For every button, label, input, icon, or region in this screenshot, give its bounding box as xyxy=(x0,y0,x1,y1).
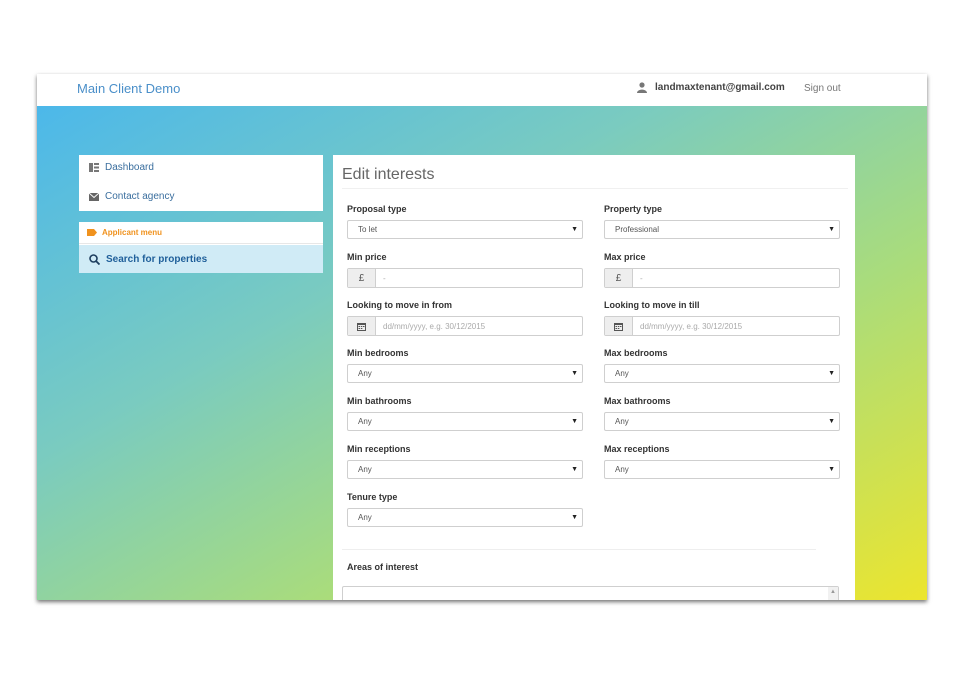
tenure-type-label: Tenure type xyxy=(347,492,398,502)
max-bathrooms-value: Any xyxy=(615,417,629,426)
sidebar-item-label: Contact agency xyxy=(105,191,175,202)
areas-of-interest-textarea[interactable]: ▲ xyxy=(342,586,839,600)
tenure-type-value: Any xyxy=(358,513,372,522)
max-price-field: £ xyxy=(604,268,840,288)
pound-icon: £ xyxy=(348,269,376,287)
textarea-scrollbar[interactable]: ▲ xyxy=(828,587,838,600)
user-menu[interactable]: landmaxtenant@gmail.com xyxy=(637,82,785,93)
dropdown-arrow-icon: ▼ xyxy=(571,514,578,521)
min-receptions-value: Any xyxy=(358,465,372,474)
sidebar-item-dashboard[interactable]: Dashboard xyxy=(89,162,154,173)
sidebar-item-label: Search for properties xyxy=(106,253,208,265)
move-till-input[interactable] xyxy=(633,317,837,335)
sidebar-item-label: Dashboard xyxy=(105,162,154,173)
move-till-field xyxy=(604,316,840,336)
areas-of-interest-label: Areas of interest xyxy=(347,562,419,572)
property-type-select[interactable]: Professional ▼ xyxy=(604,220,840,239)
scroll-up-icon[interactable]: ▲ xyxy=(830,589,836,595)
sidebar-item-contact-agency[interactable]: Contact agency xyxy=(89,191,175,202)
move-from-input[interactable] xyxy=(376,317,580,335)
min-receptions-select[interactable]: Any ▼ xyxy=(347,460,583,479)
dropdown-arrow-icon: ▼ xyxy=(571,370,578,377)
max-receptions-select[interactable]: Any ▼ xyxy=(604,460,840,479)
proposal-type-select[interactable]: To let ▼ xyxy=(347,220,583,239)
max-receptions-label: Max receptions xyxy=(604,444,670,454)
min-bathrooms-value: Any xyxy=(358,417,372,426)
user-icon xyxy=(637,82,647,93)
dashboard-icon xyxy=(89,163,99,172)
page-background: Dashboard Contact agency Applicant menu xyxy=(37,106,927,600)
proposal-type-value: To let xyxy=(358,225,378,234)
applicant-menu-label: Applicant menu xyxy=(102,228,163,237)
envelope-icon xyxy=(89,192,99,201)
min-price-field: £ xyxy=(347,268,583,288)
max-price-label: Max price xyxy=(604,252,646,262)
title-divider xyxy=(342,188,848,189)
dropdown-arrow-icon: ▼ xyxy=(571,466,578,473)
max-bathrooms-select[interactable]: Any ▼ xyxy=(604,412,840,431)
browser-window: Main Client Demo landmaxtenant@gmail.com… xyxy=(37,74,927,600)
min-bedrooms-select[interactable]: Any ▼ xyxy=(347,364,583,383)
sidebar-nav: Dashboard Contact agency xyxy=(79,155,323,211)
app-title[interactable]: Main Client Demo xyxy=(77,81,180,96)
calendar-icon[interactable] xyxy=(605,317,633,335)
proposal-type-label: Proposal type xyxy=(347,204,407,214)
property-type-value: Professional xyxy=(615,225,660,234)
dropdown-arrow-icon: ▼ xyxy=(828,466,835,473)
min-bedrooms-label: Min bedrooms xyxy=(347,348,409,358)
min-bathrooms-select[interactable]: Any ▼ xyxy=(347,412,583,431)
min-receptions-label: Min receptions xyxy=(347,444,411,454)
tenure-type-select[interactable]: Any ▼ xyxy=(347,508,583,527)
dropdown-arrow-icon: ▼ xyxy=(828,370,835,377)
pound-icon: £ xyxy=(605,269,633,287)
max-price-input[interactable] xyxy=(633,269,837,287)
dropdown-arrow-icon: ▼ xyxy=(828,226,835,233)
dropdown-arrow-icon: ▼ xyxy=(828,418,835,425)
min-bedrooms-value: Any xyxy=(358,369,372,378)
user-email: landmaxtenant@gmail.com xyxy=(655,82,785,93)
tag-icon xyxy=(87,229,97,236)
min-bathrooms-label: Min bathrooms xyxy=(347,396,412,406)
applicant-menu-header: Applicant menu xyxy=(79,222,323,244)
max-bathrooms-label: Max bathrooms xyxy=(604,396,671,406)
calendar-icon[interactable] xyxy=(348,317,376,335)
max-bedrooms-value: Any xyxy=(615,369,629,378)
min-price-input[interactable] xyxy=(376,269,580,287)
max-bedrooms-label: Max bedrooms xyxy=(604,348,668,358)
page-title: Edit interests xyxy=(342,166,435,183)
max-receptions-value: Any xyxy=(615,465,629,474)
sign-out-link[interactable]: Sign out xyxy=(804,83,841,94)
move-from-label: Looking to move in from xyxy=(347,300,452,310)
edit-interests-panel: Edit interests Proposal type To let ▼ Pr… xyxy=(333,155,855,600)
dropdown-arrow-icon: ▼ xyxy=(571,418,578,425)
top-navbar: Main Client Demo landmaxtenant@gmail.com… xyxy=(37,74,927,107)
max-bedrooms-select[interactable]: Any ▼ xyxy=(604,364,840,383)
applicant-menu-panel: Applicant menu Search for properties xyxy=(79,222,323,273)
move-till-label: Looking to move in till xyxy=(604,300,700,310)
property-type-label: Property type xyxy=(604,204,663,214)
min-price-label: Min price xyxy=(347,252,387,262)
section-divider xyxy=(342,549,816,550)
search-icon xyxy=(89,253,100,265)
sidebar-item-search-properties[interactable]: Search for properties xyxy=(79,245,323,273)
dropdown-arrow-icon: ▼ xyxy=(571,226,578,233)
move-from-field xyxy=(347,316,583,336)
